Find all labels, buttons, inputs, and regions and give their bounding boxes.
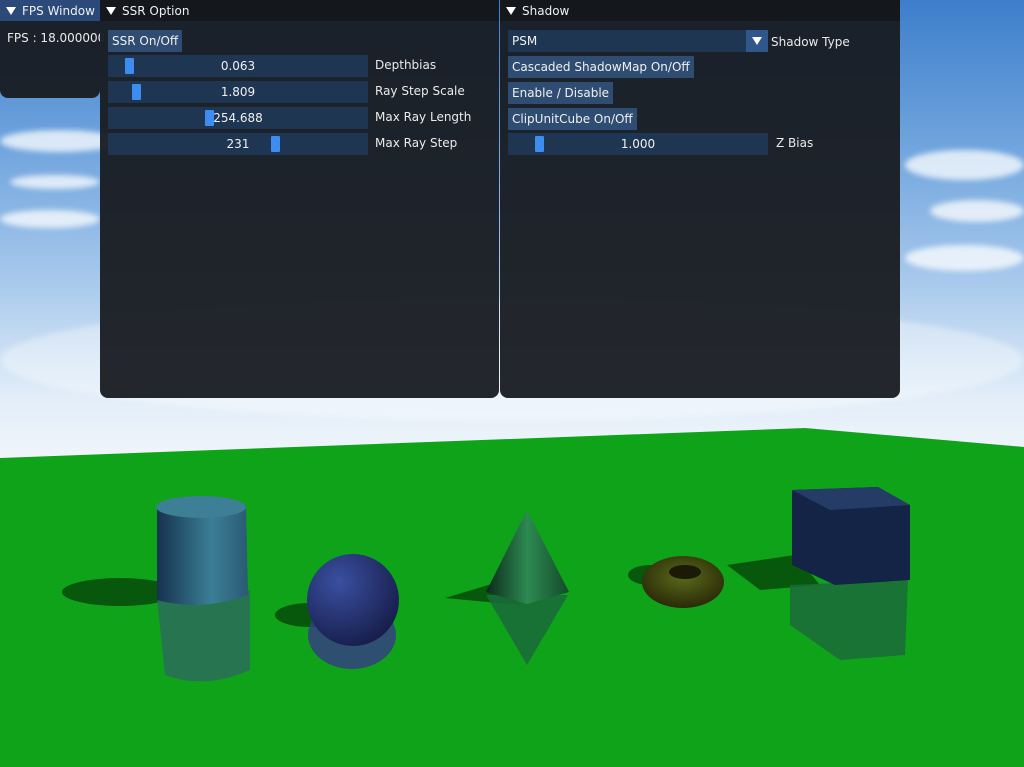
collapse-triangle-icon[interactable] (6, 6, 16, 15)
depthbias-slider[interactable]: 0.063 (108, 55, 368, 77)
ray-step-scale-slider[interactable]: 1.809 (108, 81, 368, 103)
cylinder (157, 505, 248, 605)
sphere (307, 554, 399, 646)
max-ray-length-slider[interactable]: 254.688 (108, 107, 368, 129)
depthbias-label: Depthbias (375, 58, 437, 72)
slider-value: 231 (226, 137, 250, 151)
ssr-option-window[interactable]: SSR Option SSR On/Off 0.063 Depthbias 1.… (100, 0, 499, 398)
ssr-window-titlebar[interactable]: SSR Option (100, 0, 499, 21)
ray-step-scale-label: Ray Step Scale (375, 84, 465, 98)
max-ray-length-label: Max Ray Length (375, 110, 472, 124)
ssr-window-title: SSR Option (122, 3, 190, 18)
shadow-window[interactable]: Shadow PSM Shadow Type Cascaded ShadowMa… (500, 0, 900, 398)
slider-value: 1.809 (220, 85, 256, 99)
fps-window-titlebar[interactable]: FPS Window (0, 0, 100, 21)
torus-hole (669, 565, 701, 579)
max-ray-step-label: Max Ray Step (375, 136, 458, 150)
slider-value: 254.688 (213, 111, 263, 125)
shadow-window-title: Shadow (522, 3, 570, 18)
slider-value: 1.000 (620, 137, 656, 151)
fps-window-title: FPS Window (22, 3, 95, 18)
csm-toggle-button[interactable]: Cascaded ShadowMap On/Off (508, 56, 694, 78)
shadow-type-label: Shadow Type (771, 35, 850, 49)
zbias-slider[interactable]: 1.000 (508, 133, 768, 155)
shadow-enable-button[interactable]: Enable / Disable (508, 82, 614, 104)
shadow-type-value: PSM (512, 34, 538, 48)
max-ray-step-slider[interactable]: 231 (108, 133, 368, 155)
cylinder-top (156, 496, 246, 518)
slider-value: 0.063 (220, 59, 256, 73)
clip-unit-cube-button[interactable]: ClipUnitCube On/Off (508, 108, 637, 130)
ssr-toggle-button[interactable]: SSR On/Off (108, 30, 183, 52)
fps-window[interactable]: FPS Window FPS : 18.000000 (0, 0, 105, 98)
chevron-down-icon[interactable] (746, 30, 768, 52)
collapse-triangle-icon[interactable] (106, 6, 116, 15)
zbias-label: Z Bias (776, 136, 814, 150)
shadow-type-dropdown[interactable]: PSM (508, 30, 768, 52)
torus (642, 556, 724, 608)
collapse-triangle-icon[interactable] (506, 6, 516, 15)
fps-readout: FPS : 18.000000 (7, 31, 106, 45)
shadow-window-titlebar[interactable]: Shadow (500, 0, 900, 21)
